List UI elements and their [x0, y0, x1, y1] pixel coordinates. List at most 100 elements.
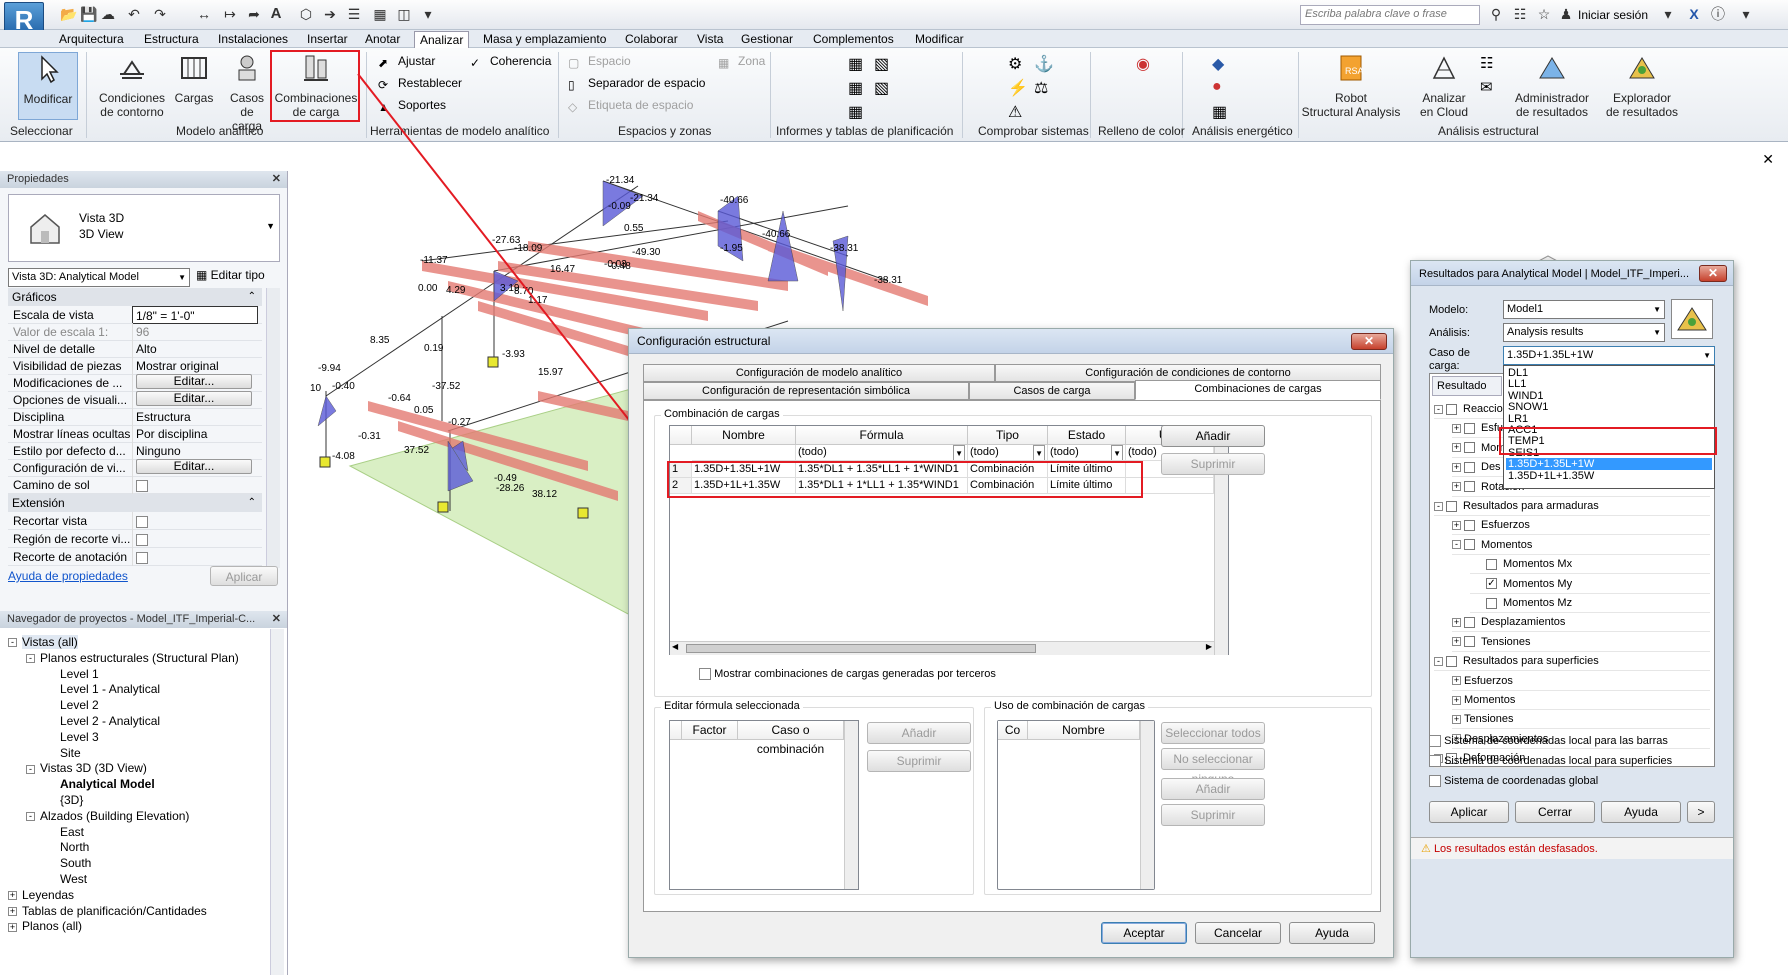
results-manager-button[interactable]: Administrador de resultados [1508, 52, 1596, 119]
results-explorer-mini-button[interactable] [1671, 299, 1713, 339]
result-checkbox[interactable] [1486, 558, 1497, 570]
expand-icon[interactable]: + [1452, 637, 1461, 647]
expand-icon[interactable]: + [8, 922, 17, 932]
expand-icon[interactable]: + [8, 906, 17, 916]
results-more-button[interactable]: > [1687, 801, 1715, 823]
load-case-option[interactable]: DL1 [1506, 367, 1712, 379]
edit-button[interactable]: Editar... [136, 459, 252, 474]
result-checkbox[interactable] [1464, 461, 1475, 473]
section-extent[interactable]: Extensión ⌃ [8, 494, 262, 512]
formula-add-button[interactable]: Añadir [867, 722, 971, 744]
properties-scrollbar[interactable] [266, 288, 280, 568]
section-graphics[interactable]: Gráficos ⌃ [8, 288, 262, 306]
third-party-option[interactable]: Mostrar combinaciones de cargas generada… [699, 668, 996, 681]
3d-view-icon[interactable]: ⬡ [298, 6, 314, 22]
panel-check-icon[interactable]: ⚖ [1034, 78, 1048, 98]
switch-windows-icon[interactable]: ◫ [396, 6, 412, 22]
filter-name[interactable] [692, 445, 796, 461]
expand-icon[interactable]: + [1452, 520, 1461, 530]
sheet-list-icon[interactable]: ▦ [848, 78, 863, 98]
robot-analysis-button[interactable]: RSA Robot Structural Analysis [1296, 52, 1406, 119]
result-tree-item[interactable]: - Momentos [1452, 536, 1710, 555]
tab-arquitectura[interactable]: Arquitectura [54, 31, 129, 48]
usage-delete-button[interactable]: Suprimir [1161, 804, 1265, 826]
select-none-button[interactable]: No seleccionar ninguno [1161, 748, 1265, 786]
collapse-icon[interactable]: - [1452, 540, 1461, 550]
result-checkbox[interactable] [1464, 636, 1475, 648]
dimension-icon[interactable]: ↦ [222, 6, 238, 22]
result-checkbox[interactable] [1464, 481, 1475, 493]
prop-value[interactable]: Editar... [132, 374, 258, 392]
expand-icon[interactable]: + [1452, 462, 1461, 472]
local-surfaces-option[interactable]: Sistema de coordenadas local para superf… [1429, 755, 1672, 768]
collapse-icon[interactable]: - [1434, 501, 1443, 511]
group-spaces-zones[interactable]: Espacios y zonas [618, 124, 711, 140]
tab-gestionar[interactable]: Gestionar [736, 31, 798, 48]
help-dropdown-icon[interactable]: ▾ [1738, 6, 1754, 22]
result-tree-item[interactable]: + Tensiones [1452, 710, 1710, 730]
expand-icon[interactable]: + [1452, 617, 1461, 627]
result-tree-item[interactable]: + Desplazamientos [1452, 613, 1710, 633]
loads-button[interactable]: Cargas [174, 52, 214, 105]
result-checkbox[interactable] [1486, 597, 1497, 609]
user-icon[interactable]: ♟ [1558, 6, 1574, 22]
tab-masa[interactable]: Masa y emplazamiento [478, 31, 611, 48]
result-checkbox[interactable] [1464, 442, 1475, 454]
local-bars-option[interactable]: Sistema de coordenadas local para las ba… [1429, 735, 1668, 748]
space-button[interactable]: ▢ Espacio [566, 52, 631, 70]
usage-scrollbar[interactable] [1140, 721, 1154, 889]
formula-delete-button[interactable]: Suprimir [867, 750, 971, 772]
signin-dropdown-icon[interactable]: ▾ [1660, 6, 1676, 22]
search-input[interactable]: Escriba palabra clave o frase [1300, 5, 1480, 25]
crop-view-checkbox[interactable] [136, 515, 148, 528]
prop-value[interactable]: 96 [132, 323, 258, 341]
load-case-select[interactable]: 1.35D+1.35L+1W ▼ [1503, 346, 1715, 365]
close-view-icon[interactable]: ✕ [1762, 151, 1774, 168]
result-checkbox[interactable] [1446, 500, 1457, 512]
load-case-option[interactable]: LR1 [1506, 413, 1712, 425]
sun-path-checkbox[interactable] [136, 479, 148, 492]
expand-icon[interactable]: + [8, 891, 17, 901]
tab-analizar[interactable]: Analizar [414, 31, 470, 48]
prop-value[interactable]: Editar... [132, 391, 258, 409]
help-button[interactable]: Ayuda [1289, 922, 1375, 944]
load-case-option[interactable]: 1.35D+1.35L+1W [1506, 458, 1712, 471]
filter-state[interactable]: (todo) ▼ [1048, 445, 1126, 461]
result-tree-item[interactable]: - Resultados para armaduras [1434, 497, 1710, 516]
tab-instalaciones[interactable]: Instalaciones [213, 31, 293, 48]
usage-add-button[interactable]: Añadir [1161, 778, 1265, 800]
col-state[interactable]: Estado [1048, 426, 1126, 445]
local-bars-checkbox[interactable] [1429, 735, 1441, 748]
global-coords-checkbox[interactable] [1429, 775, 1441, 788]
properties-apply-button[interactable]: Aplicar [210, 566, 278, 586]
collapse-icon[interactable]: - [8, 638, 17, 648]
prop-value[interactable]: Por disciplina [132, 425, 258, 443]
prop-value[interactable]: Alto [132, 340, 258, 358]
combinations-table[interactable]: Nombre Fórmula Tipo Estado Uso (todo)▼ (… [669, 425, 1229, 655]
tag-icon[interactable]: ➦ [246, 6, 262, 22]
collapse-icon[interactable]: - [26, 812, 35, 822]
col-type[interactable]: Tipo [968, 426, 1048, 445]
customize-icon[interactable]: ▾ [420, 6, 436, 22]
space-separator-button[interactable]: ▯ Separador de espacio [566, 74, 705, 92]
collapse-icon[interactable]: - [26, 764, 35, 774]
schedule-icon[interactable]: ▦ [848, 54, 863, 74]
group-select[interactable]: Seleccionar [10, 124, 73, 140]
browser-item[interactable]: + Planos (all) [8, 917, 82, 935]
load-case-option[interactable]: WIND1 [1506, 390, 1712, 402]
help-icon[interactable]: ⓘ [1710, 6, 1726, 22]
result-tab[interactable]: Resultado [1432, 376, 1502, 396]
col-factor[interactable]: Factor [682, 721, 738, 740]
collapse-icon[interactable]: - [1434, 656, 1443, 666]
measure-icon[interactable]: ↔ [196, 6, 212, 22]
col-case[interactable]: Caso o combinación [738, 721, 844, 756]
edit-type-button[interactable]: ▦ Editar tipo [196, 268, 265, 282]
expand-icon[interactable]: + [1452, 443, 1461, 453]
reset-button[interactable]: ⟳ Restablecer [376, 74, 462, 92]
results-mail-icon[interactable]: ✉ [1480, 78, 1493, 96]
consistency-button[interactable]: ✓ Coherencia [468, 52, 551, 70]
expand-icon[interactable]: + [1452, 423, 1461, 433]
sync-icon[interactable]: ☁ [100, 6, 116, 22]
space-tag-button[interactable]: ◇ Etiqueta de espacio [566, 96, 693, 114]
browser-scrollbar[interactable] [270, 629, 284, 975]
